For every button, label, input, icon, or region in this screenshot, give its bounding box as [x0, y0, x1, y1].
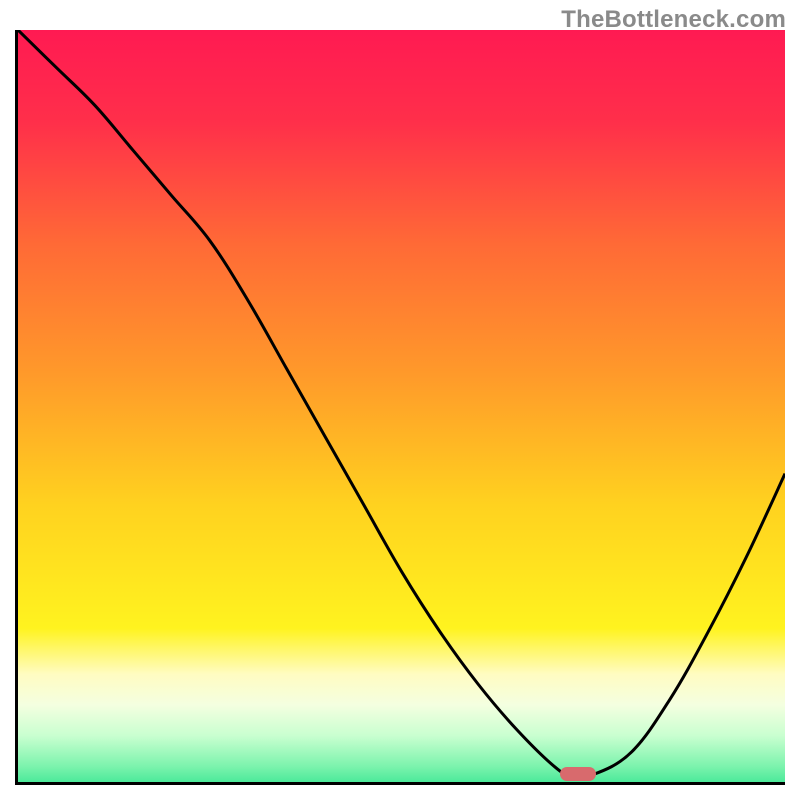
optimal-marker	[560, 767, 596, 781]
bottleneck-curve	[18, 30, 785, 782]
plot-area	[15, 30, 785, 785]
chart-frame: TheBottleneck.com	[0, 0, 800, 800]
